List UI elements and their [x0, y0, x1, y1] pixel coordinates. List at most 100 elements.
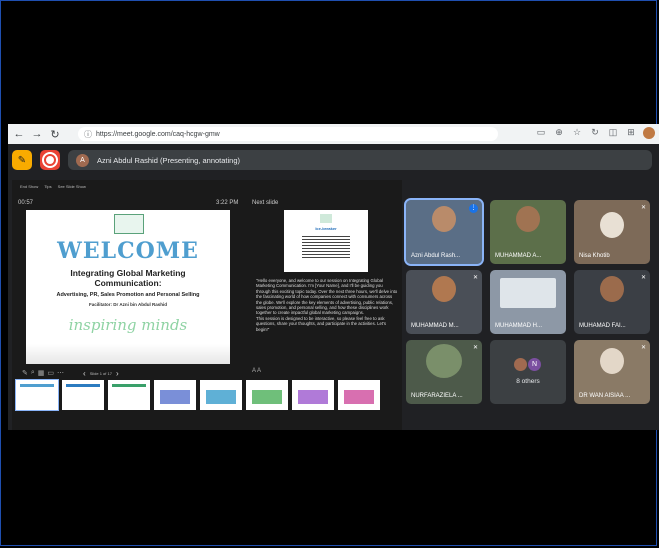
annotate-button[interactable]: ✎ [12, 150, 32, 170]
forward-icon[interactable]: → [30, 127, 44, 141]
notes-font-controls[interactable]: A A [252, 368, 261, 374]
browser-actions: ▭ ⊕ ☆ ↻ ◫ ⊞ [535, 127, 655, 139]
address-bar[interactable]: ⓘ https://meet.google.com/caq-hcgw-gmw [78, 127, 498, 141]
prev-slide-icon[interactable]: ‹ [83, 369, 86, 378]
slide-counter: Slide 1 of 17 [89, 370, 112, 376]
refresh-icon[interactable]: ↻ [589, 127, 601, 139]
subtitles-icon[interactable]: ▭ [47, 369, 54, 377]
profile-avatar[interactable] [643, 127, 655, 139]
camera-icon[interactable]: ▭ [535, 127, 547, 139]
participant-video [426, 344, 462, 378]
participant-tile[interactable]: MUHAMMAD H... [490, 270, 566, 334]
next-slide-icon[interactable]: › [116, 369, 119, 378]
mic-off-icon: ✕ [472, 275, 478, 281]
participant-video [600, 276, 624, 302]
participant-tile[interactable]: MUHAMMAD A... [490, 200, 566, 264]
current-slide: WELCOME Integrating Global Marketing Com… [26, 210, 230, 364]
tips-button[interactable]: Tips [44, 184, 51, 189]
slide-thumbnail[interactable] [62, 380, 104, 410]
see-slideshow-button[interactable]: See Slide Show [58, 184, 86, 189]
participant-name: Nisa Khotib [579, 253, 610, 259]
others-tile[interactable]: N 8 others [490, 340, 566, 404]
clock: 3:22 PM [216, 200, 239, 206]
site-info-icon[interactable]: ⓘ [84, 129, 92, 140]
reload-icon[interactable]: ↻ [48, 127, 62, 141]
participant-tile[interactable]: ✕ DR WAN AISIAA ... [574, 340, 650, 404]
split-screen-icon[interactable]: ◫ [607, 127, 619, 139]
slide-subtitle: Integrating Global Marketing Communicati… [26, 268, 230, 288]
elapsed-timer: 00:57 [18, 200, 34, 206]
favorite-icon[interactable]: ☆ [571, 127, 583, 139]
slide-filmstrip [15, 379, 402, 414]
participant-video [500, 278, 556, 308]
zoom-icon[interactable]: ⊕ [553, 127, 565, 139]
participant-grid: ⋮ Azni Abdul Rash... MUHAMMAD A... ✕ Nis… [404, 198, 656, 410]
slide-thumbnail[interactable] [246, 380, 288, 410]
presenter-toolbar: End Show Tips See Slide Show [20, 184, 86, 189]
participant-video [600, 348, 624, 374]
annotate-icon: ✎ [17, 154, 27, 166]
record-icon [44, 154, 56, 166]
next-slide-preview[interactable]: Ice-breaker [284, 210, 368, 272]
url-text: https://meet.google.com/caq-hcgw-gmw [96, 130, 220, 138]
record-button[interactable] [40, 150, 60, 170]
mic-off-icon: ✕ [640, 345, 646, 351]
next-slide-title: Ice-breaker [315, 226, 337, 231]
speaker-notes: "Hello everyone, and welcome to our sess… [256, 278, 398, 332]
others-avatar: N [528, 358, 541, 371]
back-icon[interactable]: ← [12, 127, 26, 141]
more-icon[interactable]: ⋯ [57, 369, 64, 377]
end-show-button[interactable]: End Show [20, 184, 38, 189]
mic-off-icon: ✕ [640, 275, 646, 281]
zoom-icon[interactable]: ⌕ [31, 369, 35, 377]
participant-name: MUHAMAD FAI... [579, 323, 626, 329]
participant-video [600, 212, 624, 238]
slide-thumbnail[interactable] [108, 380, 150, 410]
university-logo [114, 214, 144, 234]
presenter-avatar: A [76, 153, 89, 167]
slide-thumbnail[interactable] [338, 380, 380, 410]
participant-video [432, 276, 456, 302]
participant-video [516, 206, 540, 232]
participant-tile[interactable]: ⋮ Azni Abdul Rash... [404, 198, 484, 266]
slide-subtitle-line1: Integrating Global Marketing [70, 268, 186, 278]
participant-name: MUHAMMAD M... [411, 323, 459, 329]
participant-name: MUHAMMAD H... [495, 323, 542, 329]
presenter-status: Azni Abdul Rashid (Presenting, annotatin… [97, 155, 241, 165]
browser-toolbar: ← → ↻ ⓘ https://meet.google.com/caq-hcgw… [8, 124, 659, 144]
slide-skyline-graphic [26, 344, 230, 364]
meet-topbar: ✎ A Azni Abdul Rashid (Presenting, annot… [8, 144, 659, 176]
participant-tile[interactable]: ✕ MUHAMMAD M... [406, 270, 482, 334]
slide-thumbnail[interactable] [154, 380, 196, 410]
next-slide-logo [320, 214, 332, 223]
presenting-bar: A Azni Abdul Rashid (Presenting, annotat… [68, 150, 652, 170]
pen-icon[interactable]: ✎ [22, 369, 28, 377]
collections-icon[interactable]: ⊞ [625, 127, 637, 139]
participant-tile[interactable]: ✕ MUHAMAD FAI... [574, 270, 650, 334]
others-avatar [514, 358, 527, 371]
participant-tile[interactable]: ✕ NURFARAZIELA ... [406, 340, 482, 404]
mic-off-icon: ✕ [472, 345, 478, 351]
participant-name: Azni Abdul Rash... [411, 253, 461, 259]
participant-name: DR WAN AISIAA ... [579, 393, 631, 399]
presenter-view: End Show Tips See Slide Show 00:57 3:22 … [12, 180, 402, 430]
slide-topics: Advertising, PR, Sales Promotion and Per… [56, 292, 200, 298]
grid-icon[interactable]: ▦ [38, 369, 45, 377]
participant-name: MUHAMMAD A... [495, 253, 542, 259]
slide-tagline: inspiring minds [68, 316, 188, 334]
slide-subtitle-line2: Communication: [94, 278, 162, 288]
slide-thumbnail[interactable] [15, 379, 59, 411]
others-count: 8 others [516, 378, 540, 385]
slide-title: WELCOME [57, 238, 199, 264]
next-slide-body [302, 234, 350, 258]
slide-facilitator: Facilitator: Dr Azni bin Abdul Rashid [89, 302, 167, 307]
speaking-icon: ⋮ [469, 204, 478, 213]
slide-nav-row: ✎ ⌕ ▦ ▭ ⋯ ‹ Slide 1 of 17 › [22, 368, 232, 378]
participant-video [432, 206, 456, 232]
participant-tile[interactable]: ✕ Nisa Khotib [574, 200, 650, 264]
browser-window: ← → ↻ ⓘ https://meet.google.com/caq-hcgw… [8, 124, 659, 430]
slide-thumbnail[interactable] [200, 380, 242, 410]
slide-thumbnail[interactable] [292, 380, 334, 410]
next-slide-label: Next slide [252, 200, 279, 206]
participant-name: NURFARAZIELA ... [411, 393, 463, 399]
